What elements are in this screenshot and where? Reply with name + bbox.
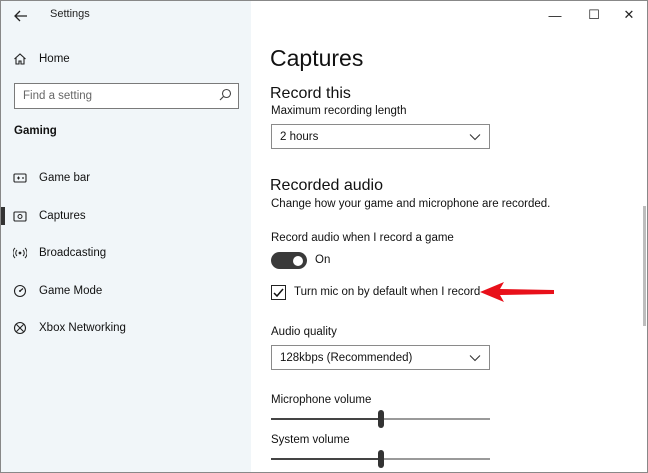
page-title: Captures [270, 45, 364, 71]
mic-default-label: Turn mic on by default when I record [294, 286, 481, 298]
slider-thumb[interactable] [378, 450, 384, 468]
home-icon [13, 52, 27, 66]
captures-icon [13, 209, 27, 223]
sidebar-item-broadcasting[interactable]: Broadcasting [1, 239, 251, 267]
minimize-button[interactable]: — [540, 5, 570, 25]
main-content: — ☐ ✕ Captures Record this Maximum recor… [251, 1, 647, 472]
xbox-icon [13, 321, 27, 335]
minimize-icon: — [548, 7, 562, 23]
search-box[interactable] [14, 83, 239, 109]
record-this-heading: Record this [270, 85, 351, 102]
back-button[interactable] [12, 7, 30, 25]
sidebar-item-label: Home [39, 53, 70, 65]
dropdown-value: 2 hours [280, 130, 319, 143]
system-volume-slider[interactable] [271, 450, 490, 468]
sidebar-item-label: Broadcasting [39, 247, 107, 259]
close-button[interactable]: ✕ [614, 5, 644, 25]
slider-thumb[interactable] [378, 410, 384, 428]
toggle-knob [293, 255, 303, 266]
game-mode-icon [13, 284, 27, 298]
search-input[interactable] [23, 90, 213, 102]
dropdown-value: 128kbps (Recommended) [280, 351, 413, 364]
sidebar-item-label: Captures [39, 210, 86, 222]
mic-default-checkbox[interactable] [271, 285, 286, 300]
system-volume-label: System volume [271, 434, 350, 446]
scrollbar[interactable] [643, 206, 646, 326]
close-icon: ✕ [623, 7, 635, 22]
slider-fill [271, 418, 381, 420]
sidebar-item-label: Game Mode [39, 285, 103, 297]
search-icon[interactable] [219, 88, 232, 104]
annotation-arrow-icon [480, 282, 554, 302]
chevron-down-icon [469, 130, 481, 144]
toggle-state-label: On [315, 254, 331, 266]
microphone-volume-label: Microphone volume [271, 394, 372, 406]
checkmark-icon [273, 288, 284, 297]
sidebar-item-captures[interactable]: Captures [1, 202, 251, 230]
recorded-audio-heading: Recorded audio [270, 177, 383, 194]
audio-quality-label: Audio quality [271, 326, 337, 338]
slider-fill [271, 458, 381, 460]
maximize-button[interactable]: ☐ [579, 5, 609, 25]
game-bar-icon [13, 171, 27, 185]
broadcasting-icon [13, 246, 27, 260]
settings-window: Settings Home Gaming [0, 0, 648, 473]
max-length-label: Maximum recording length [271, 105, 407, 117]
sidebar-item-home[interactable]: Home [1, 45, 251, 73]
recorded-audio-description: Change how your game and microphone are … [271, 198, 551, 210]
sidebar-item-game-mode[interactable]: Game Mode [1, 277, 251, 305]
sidebar-item-xbox-networking[interactable]: Xbox Networking [1, 314, 251, 342]
sidebar-section-title: Gaming [14, 125, 57, 137]
max-length-dropdown[interactable]: 2 hours [271, 124, 490, 149]
window-title: Settings [50, 8, 90, 20]
sidebar-item-game-bar[interactable]: Game bar [1, 164, 251, 192]
record-audio-label: Record audio when I record a game [271, 232, 454, 244]
maximize-icon: ☐ [588, 7, 600, 22]
microphone-volume-slider[interactable] [271, 410, 490, 428]
record-audio-toggle[interactable] [271, 252, 307, 269]
audio-quality-dropdown[interactable]: 128kbps (Recommended) [271, 345, 490, 370]
chevron-down-icon [469, 351, 481, 365]
arrow-left-icon [14, 10, 27, 22]
sidebar-item-label: Xbox Networking [39, 322, 126, 334]
sidebar-item-label: Game bar [39, 172, 91, 184]
sidebar: Settings Home Gaming [1, 1, 251, 472]
